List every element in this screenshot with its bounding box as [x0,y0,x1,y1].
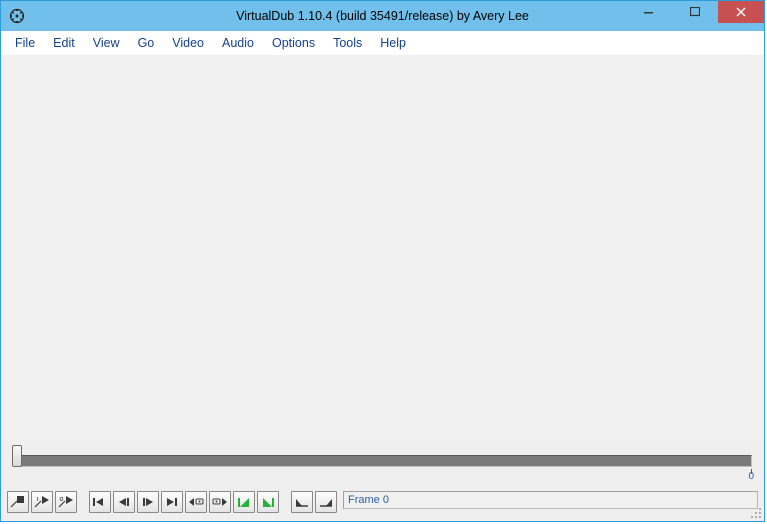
transport-toolbar: I O [1,485,764,521]
play-output-button[interactable]: O [55,491,77,513]
mark-in-icon [294,495,310,509]
menu-video[interactable]: Video [164,35,212,52]
status-frame-text: Frame 0 [348,494,389,506]
titlebar[interactable]: VirtualDub 1.10.4 (build 35491/release) … [1,1,764,31]
next-keyframe-icon [211,495,229,509]
stop-icon [10,495,26,509]
window-controls [626,1,764,31]
menu-view[interactable]: View [85,35,128,52]
menu-go[interactable]: Go [130,35,163,52]
close-button[interactable] [718,1,764,23]
play-input-button[interactable]: I [31,491,53,513]
next-scene-icon [260,495,276,509]
prev-scene-icon [236,495,252,509]
timeline-thumb[interactable] [12,445,22,467]
timeline-end-label: 0 [748,471,754,482]
play-input-icon: I [34,495,50,509]
prev-keyframe-button[interactable] [185,491,207,513]
go-start-icon [92,495,108,509]
maximize-icon [690,7,700,17]
menu-file[interactable]: File [7,35,43,52]
menubar: File Edit View Go Video Audio Options To… [1,31,764,55]
prev-keyframe-icon [187,495,205,509]
timeline-slider[interactable]: 0 [1,443,764,477]
step-forward-button[interactable] [137,491,159,513]
mark-out-icon [318,495,334,509]
svg-text:O: O [60,497,64,503]
application-window: VirtualDub 1.10.4 (build 35491/release) … [0,0,765,522]
go-start-button[interactable] [89,491,111,513]
resize-grip[interactable] [748,505,762,519]
mark-out-button[interactable] [315,491,337,513]
go-end-icon [164,495,180,509]
minimize-button[interactable] [626,1,672,23]
prev-scene-button[interactable] [233,491,255,513]
menu-audio[interactable]: Audio [214,35,262,52]
timeline-track[interactable] [19,455,752,467]
step-forward-icon [140,495,156,509]
svg-text:I: I [37,497,39,503]
close-icon [736,7,746,17]
play-output-icon: O [58,495,74,509]
maximize-button[interactable] [672,1,718,23]
menu-edit[interactable]: Edit [45,35,83,52]
app-icon [9,8,25,24]
menu-tools[interactable]: Tools [325,35,370,52]
next-keyframe-button[interactable] [209,491,231,513]
video-pane [1,55,764,443]
resize-grip-icon [748,505,762,519]
next-scene-button[interactable] [257,491,279,513]
go-end-button[interactable] [161,491,183,513]
stop-button[interactable] [7,491,29,513]
timeline-ticks [19,469,752,477]
menu-options[interactable]: Options [264,35,323,52]
mark-in-button[interactable] [291,491,313,513]
status-frame-field: Frame 0 [343,491,758,509]
step-back-button[interactable] [113,491,135,513]
minimize-icon [644,7,654,17]
step-back-icon [116,495,132,509]
menu-help[interactable]: Help [372,35,414,52]
